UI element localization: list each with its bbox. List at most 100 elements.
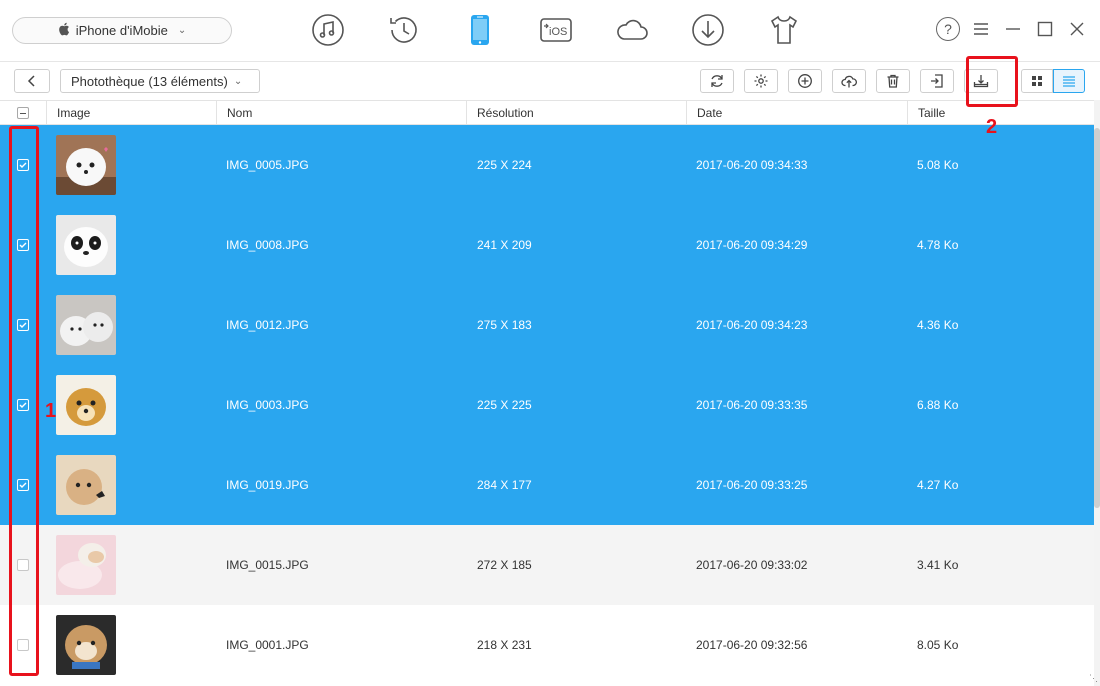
photo-thumbnail [56,375,116,435]
file-name: IMG_0008.JPG [226,238,309,252]
main-nav: iOS [290,8,822,52]
date: 2017-06-20 09:32:56 [696,638,808,652]
file-size: 4.78 Ko [917,238,959,252]
step-2-label: 2 [986,116,998,138]
resolution: 272 X 185 [477,558,532,572]
app-window: iPhone d'iMobie ⌄ iOS ? Photothèque (13 … [0,0,1100,686]
nav-download[interactable] [670,8,746,52]
close-button[interactable] [1066,16,1088,42]
date: 2017-06-20 09:33:25 [696,478,808,492]
title-bar: iPhone d'iMobie ⌄ iOS ? [0,0,1100,62]
plus-circle-icon [798,74,812,88]
nav-device[interactable] [442,8,518,52]
photo-list: IMG_0005.JPG 225 X 224 2017-06-20 09:34:… [0,125,1094,685]
resolution: 284 X 177 [477,478,532,492]
toolbar-actions [700,69,998,93]
col-name[interactable]: Nom [216,101,466,125]
resize-grip-icon[interactable]: ⋱ [1089,673,1098,684]
to-ios-icon: iOS [540,18,572,42]
date: 2017-06-20 09:33:35 [696,398,808,412]
window-controls: ? [936,16,1088,42]
thumbnail [56,445,116,525]
cloud-upload-icon [841,75,857,88]
resolution: 241 X 209 [477,238,532,252]
col-image[interactable]: Image [46,101,216,125]
file-name: IMG_0003.JPG [226,398,309,412]
history-icon [390,17,417,43]
upload-button[interactable] [832,69,866,93]
date: 2017-06-20 09:34:29 [696,238,808,252]
col-date[interactable]: Date [686,101,907,125]
file-size: 3.41 Ko [917,558,959,572]
refresh-button[interactable] [700,69,734,93]
table-row[interactable]: IMG_0005.JPG 225 X 224 2017-06-20 09:34:… [0,125,1094,205]
photo-thumbnail [56,215,116,275]
nav-toolkit[interactable] [746,8,822,52]
table-row[interactable]: IMG_0008.JPG 241 X 209 2017-06-20 09:34:… [0,205,1094,285]
list-view-button[interactable] [1053,69,1085,93]
grid-icon [1032,76,1042,86]
add-button[interactable] [788,69,822,93]
nav-to-ios[interactable]: iOS [518,8,594,52]
device-name: iPhone d'iMobie [75,23,168,38]
step-1-label: 1 [45,400,57,422]
settings-button[interactable] [744,69,778,93]
date: 2017-06-20 09:33:02 [696,558,808,572]
col-resolution[interactable]: Résolution [466,101,686,125]
thumbnail [56,125,116,205]
file-name: IMG_0001.JPG [226,638,309,652]
menu-icon[interactable] [970,16,992,42]
help-button[interactable]: ? [936,17,960,41]
file-name: IMG_0005.JPG [226,158,309,172]
date: 2017-06-20 09:34:33 [696,158,808,172]
file-name: IMG_0012.JPG [226,318,309,332]
highlight-export-button [966,56,1018,107]
table-row[interactable]: IMG_0015.JPG 272 X 185 2017-06-20 09:33:… [0,525,1094,605]
nav-icloud[interactable] [594,8,670,52]
chevron-down-icon: ⌄ [233,75,243,87]
refresh-icon [711,75,723,87]
trash-icon [887,74,899,88]
minimize-button[interactable] [1002,16,1024,42]
gear-icon [754,74,768,88]
thumbnail [56,205,116,285]
view-toggle [1021,69,1085,93]
scroll-thumb[interactable] [1094,128,1100,508]
thumbnail [56,525,116,605]
nav-music[interactable] [290,8,366,52]
delete-button[interactable] [876,69,910,93]
file-size: 4.27 Ko [917,478,959,492]
table-header: Image Nom Résolution Date Taille [0,100,1094,125]
grid-view-button[interactable] [1021,69,1053,93]
resolution: 218 X 231 [477,638,532,652]
maximize-button[interactable] [1034,16,1056,42]
back-button[interactable] [14,69,50,93]
file-name: IMG_0015.JPG [226,558,309,572]
table-row[interactable]: IMG_0012.JPG 275 X 183 2017-06-20 09:34:… [0,285,1094,365]
apple-icon [58,22,70,39]
thumbnail [56,365,116,445]
select-all-checkbox[interactable] [17,107,29,119]
library-dropdown[interactable]: Photothèque (13 éléments) ⌄ [60,69,260,93]
vertical-scrollbar[interactable] [1094,100,1100,686]
nav-history[interactable] [366,8,442,52]
send-to-device-button[interactable] [920,69,954,93]
device-selector[interactable]: iPhone d'iMobie ⌄ [12,17,232,44]
table-row[interactable]: IMG_0019.JPG 284 X 177 2017-06-20 09:33:… [0,445,1094,525]
chevron-down-icon: ⌄ [177,25,187,36]
date: 2017-06-20 09:34:23 [696,318,808,332]
phone-icon [471,15,489,45]
select-all-cell [0,101,46,125]
photo-thumbnail [56,615,116,675]
table-row[interactable]: IMG_0003.JPG 225 X 225 2017-06-20 09:33:… [0,365,1094,445]
download-icon [692,14,724,46]
highlight-checkboxes [9,126,39,676]
table-row[interactable]: IMG_0001.JPG 218 X 231 2017-06-20 09:32:… [0,605,1094,685]
thumbnail [56,605,116,685]
file-size: 8.05 Ko [917,638,959,652]
tshirt-icon [770,15,798,44]
file-size: 4.36 Ko [917,318,959,332]
library-label: Photothèque (13 éléments) [71,73,228,89]
photo-thumbnail [56,135,116,195]
file-size: 5.08 Ko [917,158,959,172]
